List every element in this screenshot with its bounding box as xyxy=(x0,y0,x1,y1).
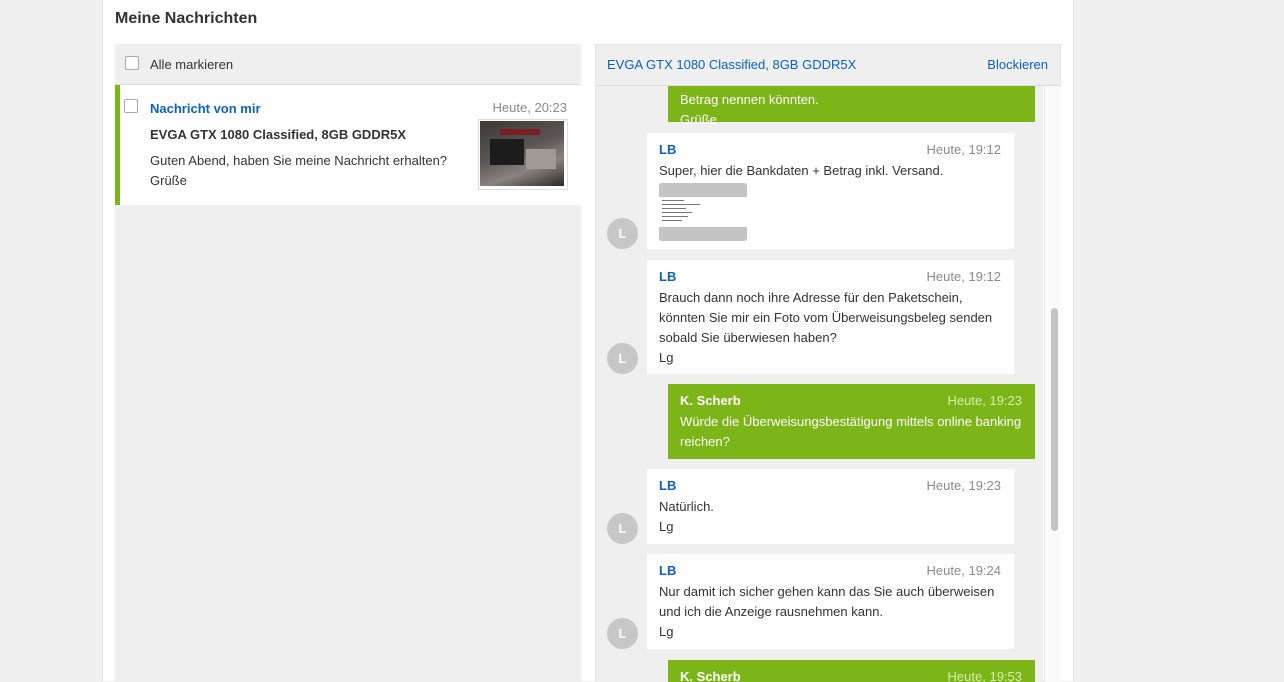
conversation-time: Heute, 20:23 xyxy=(492,100,567,115)
sender-avatar: L xyxy=(607,218,638,249)
message-text: Brauch dann noch ihre Adresse für den Pa… xyxy=(659,290,993,365)
conversation-list-header: Alle markieren xyxy=(115,44,581,85)
conversation-sender[interactable]: Nachricht von mir xyxy=(150,101,261,116)
conversation-list: Alle markieren Nachricht von mir Heute, … xyxy=(115,44,581,681)
message-text: Würde die Überweisungsbestätigung mittel… xyxy=(680,414,1022,449)
message-bubble-in: LB Heute, 19:23 Natürlich. Lg xyxy=(647,469,1014,544)
select-all-label[interactable]: Alle markieren xyxy=(150,57,233,72)
bank-details-attachment[interactable] xyxy=(659,183,747,241)
message-bubble-in: LB Heute, 19:12 Brauch dann noch ihre Ad… xyxy=(647,260,1014,374)
message-text: Nur damit ich sicher gehen kann das Sie … xyxy=(659,584,995,639)
sender-avatar: L xyxy=(607,618,638,649)
thread-panel: EVGA GTX 1080 Classified, 8GB GDDR5X Blo… xyxy=(595,44,1061,682)
message-text: Super, hier die Bankdaten + Betrag inkl.… xyxy=(659,163,944,178)
message-bubble-in: LB Heute, 19:24 Nur damit ich sicher geh… xyxy=(647,554,1014,649)
message-time: Heute, 19:12 xyxy=(926,142,1001,157)
message-scrollbar-thumb[interactable] xyxy=(1051,308,1058,531)
message-sender[interactable]: LB xyxy=(659,561,676,581)
conversation-item[interactable]: Nachricht von mir Heute, 20:23 EVGA GTX … xyxy=(115,85,581,205)
conversation-preview: Guten Abend, haben Sie meine Nachricht e… xyxy=(150,153,448,188)
message-sender[interactable]: LB xyxy=(659,267,676,287)
sender-avatar: L xyxy=(607,513,638,544)
message-sender: K. Scherb xyxy=(680,393,741,408)
message-time: Heute, 19:23 xyxy=(926,478,1001,493)
message-time: Heute, 19:24 xyxy=(926,563,1001,578)
block-button[interactable]: Blockieren xyxy=(987,57,1048,72)
thread-title-link[interactable]: EVGA GTX 1080 Classified, 8GB GDDR5X xyxy=(607,57,856,72)
message-sender[interactable]: LB xyxy=(659,140,676,160)
conversation-checkbox[interactable] xyxy=(124,99,138,113)
listing-photo xyxy=(480,121,564,186)
message-bubble-out: K. Scherb Heute, 19:53 xyxy=(668,660,1035,682)
message-bubble-in: LB Heute, 19:12 Super, hier die Bankdate… xyxy=(647,133,1014,249)
message-bubble-out: Betrag nennen könnten. Grüße xyxy=(668,86,1035,127)
thread-header: EVGA GTX 1080 Classified, 8GB GDDR5X Blo… xyxy=(596,45,1060,86)
message-bubble-out: K. Scherb Heute, 19:23 Würde die Überwei… xyxy=(668,384,1035,459)
select-all-checkbox[interactable] xyxy=(125,56,139,70)
sender-avatar: L xyxy=(607,343,638,374)
message-sender[interactable]: LB xyxy=(659,476,676,496)
message-sender: K. Scherb xyxy=(680,669,741,682)
message-text: Natürlich. Lg xyxy=(659,499,714,534)
message-time: Heute, 19:53 xyxy=(947,669,1022,682)
listing-thumbnail[interactable] xyxy=(478,119,568,190)
conversation-subject: EVGA GTX 1080 Classified, 8GB GDDR5X xyxy=(150,127,406,142)
message-text: Betrag nennen könnten. Grüße xyxy=(680,92,819,127)
message-time: Heute, 19:12 xyxy=(926,269,1001,284)
message-time: Heute, 19:23 xyxy=(947,393,1022,408)
page-title: Meine Nachrichten xyxy=(115,10,258,27)
message-list: Betrag nennen könnten. Grüße LB Heute, 1… xyxy=(596,86,1043,682)
